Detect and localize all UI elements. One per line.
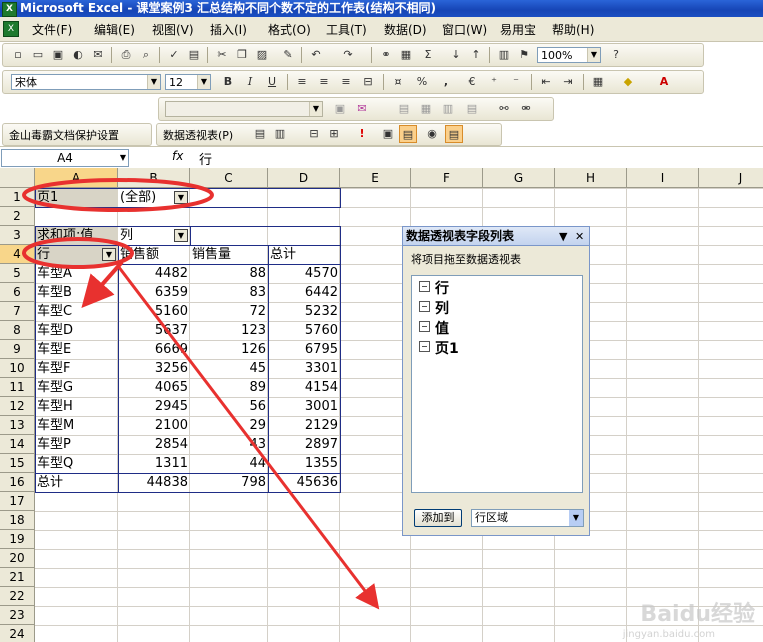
annotation-overlay bbox=[22, 178, 380, 610]
baidu-watermark-logo: Baidu经验 bbox=[640, 602, 755, 627]
highlight-ellipse-row-field bbox=[22, 237, 134, 269]
arrow-to-bottom bbox=[116, 265, 380, 610]
baidu-watermark-url: jingyan.baidu.com bbox=[622, 629, 715, 640]
highlight-ellipse-page-field bbox=[22, 178, 214, 212]
